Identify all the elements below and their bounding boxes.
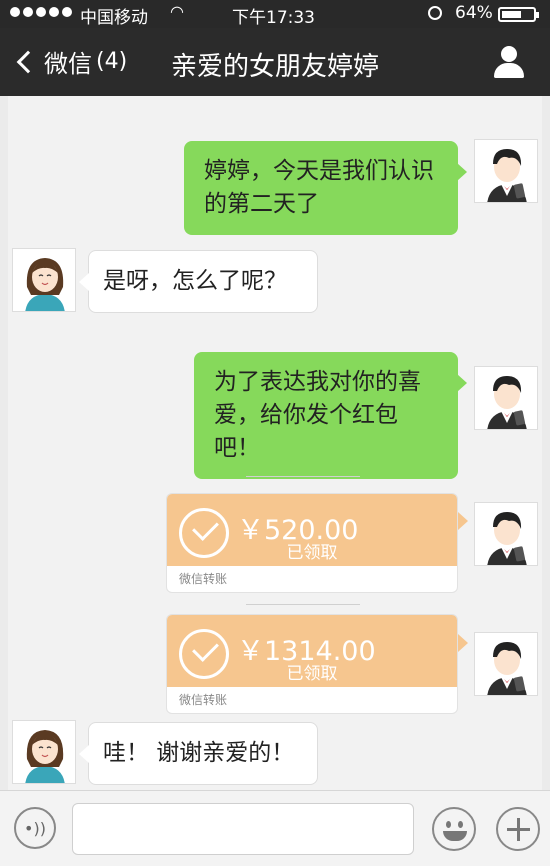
transfer-card[interactable]: ￥1314.00 已领取 微信转账 <box>166 614 458 714</box>
my-message-bubble[interactable]: 婷婷，今天是我们认识的第二天了 <box>184 141 467 235</box>
my-avatar[interactable] <box>474 139 538 203</box>
girl-avatar-icon <box>13 249 75 311</box>
my-avatar[interactable] <box>474 632 538 696</box>
girlfriend-avatar[interactable] <box>12 720 76 784</box>
her-message-bubble[interactable]: 是呀，怎么了呢？ <box>79 250 318 313</box>
divider <box>246 604 360 605</box>
message-text: 哇！ 谢谢亲爱的！ <box>103 740 295 766</box>
transfer-card[interactable]: ￥520.00 已领取 微信转账 <box>166 493 458 593</box>
wifi-icon: ◠ <box>170 2 184 21</box>
bubble-tail <box>458 634 468 652</box>
transfer-footer: 微信转账 <box>179 572 228 586</box>
battery-icon <box>498 7 539 22</box>
message-text: 为了表达我对你的喜爱，给你发个红包吧！ <box>214 369 421 461</box>
emoji-icon <box>446 821 451 828</box>
transfer-status: 已领取 <box>286 543 338 563</box>
status-bar: 中国移动 ◠ 下午17:33 64% <box>0 0 550 28</box>
rotation-lock-icon <box>428 6 442 20</box>
more-options-button[interactable] <box>496 807 540 851</box>
boy-avatar-icon <box>475 140 537 202</box>
divider <box>246 476 360 477</box>
bubble-tail <box>458 512 468 530</box>
girlfriend-avatar[interactable] <box>12 248 76 312</box>
my-avatar[interactable] <box>474 366 538 430</box>
message-text: 婷婷，今天是我们认识的第二天了 <box>204 158 434 217</box>
boy-avatar-icon <box>475 633 537 695</box>
signal-strength-icon <box>10 7 72 17</box>
my-message-bubble[interactable]: 为了表达我对你的喜爱，给你发个红包吧！ <box>194 352 467 479</box>
my-avatar[interactable] <box>474 502 538 566</box>
girl-avatar-icon <box>13 721 75 783</box>
chat-title: 亲爱的女朋友婷婷 <box>170 52 379 82</box>
emoji-button[interactable] <box>432 807 476 851</box>
transfer-status: 已领取 <box>286 664 338 684</box>
voice-icon: •)) <box>24 818 46 838</box>
carrier-name: 中国移动 <box>80 8 148 28</box>
input-bar: •)) <box>0 790 550 866</box>
transfer-footer: 微信转账 <box>179 693 228 707</box>
message-input[interactable] <box>72 803 414 855</box>
chat-message-list[interactable]: 婷婷，今天是我们认识的第二天了 是呀，怎么了呢？ 为了表达我对你的喜爱，给你发个… <box>0 96 550 790</box>
battery-percentage: 64% <box>455 3 493 23</box>
status-time: 下午17:33 <box>232 8 315 28</box>
her-message-bubble[interactable]: 哇！ 谢谢亲爱的！ <box>79 722 318 785</box>
message-text: 是呀，怎么了呢？ <box>103 268 287 294</box>
boy-avatar-icon <box>475 367 537 429</box>
boy-avatar-icon <box>475 503 537 565</box>
voice-input-button[interactable]: •)) <box>14 807 56 849</box>
chat-header: 微信 (4) 亲爱的女朋友婷婷 <box>0 28 550 96</box>
contact-info-icon[interactable] <box>492 46 526 78</box>
